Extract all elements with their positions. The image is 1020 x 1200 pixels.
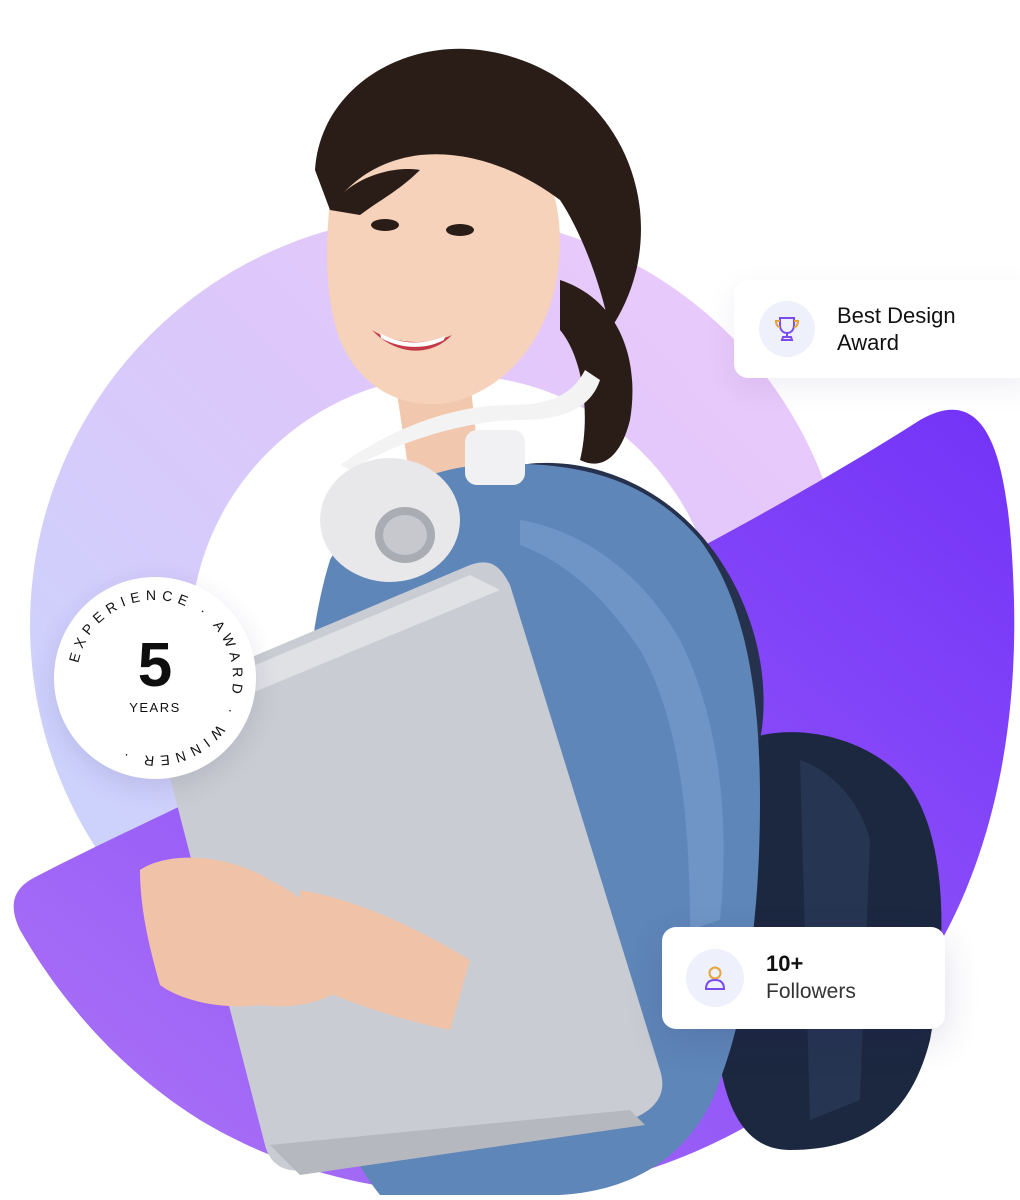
experience-badge: EXPERIENCE · AWARD · WINNER · 5 YEARS — [54, 577, 256, 779]
trophy-icon — [759, 301, 815, 357]
hero-visual: Best Design Award EXPERIENCE · AWARD · W… — [0, 0, 1020, 1200]
award-title-line2: Award — [837, 330, 899, 355]
badge-number: 5 — [137, 631, 173, 700]
followers-count: 10+ — [766, 951, 804, 976]
followers-caption: Followers — [766, 980, 856, 1003]
user-icon — [686, 949, 744, 1007]
award-title-line1: Best Design — [837, 303, 956, 328]
badge-unit: YEARS — [129, 700, 181, 715]
followers-card: 10+ Followers — [662, 927, 945, 1029]
award-card: Best Design Award — [734, 280, 1020, 378]
